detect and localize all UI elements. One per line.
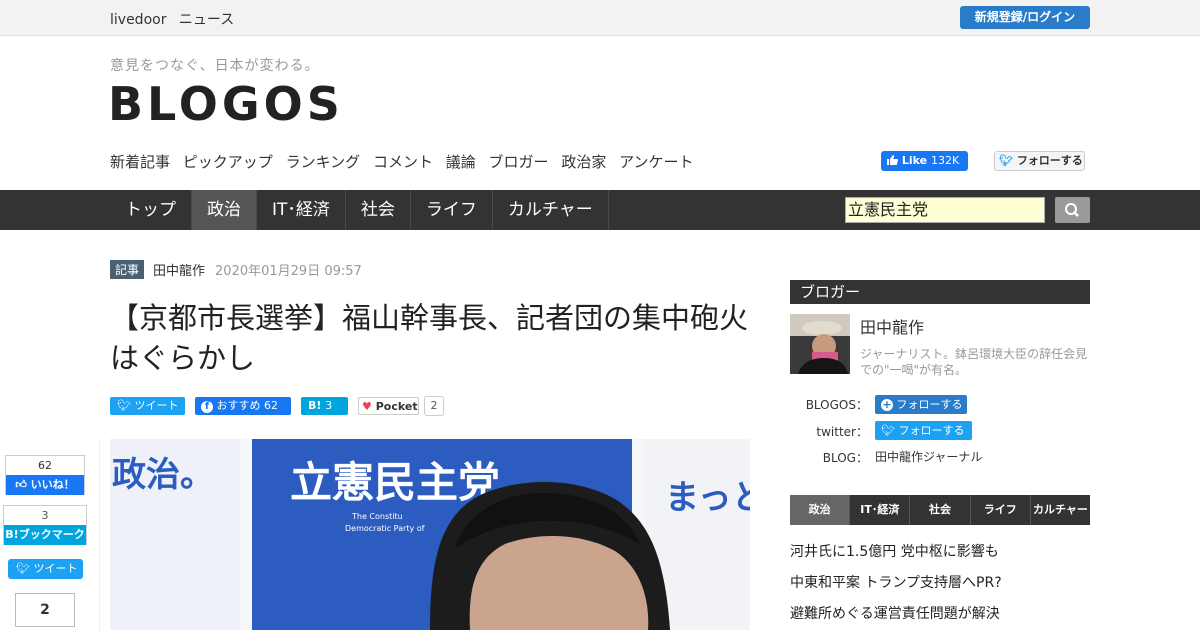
- blogos-follow-label: フォローする: [896, 398, 963, 411]
- hero-right-text: まっと: [665, 478, 750, 518]
- blog-link[interactable]: 田中龍作ジャーナル: [875, 448, 982, 465]
- article-title: 【京都市長選挙】福山幹事長、記者団の集中砲火はぐらかし: [110, 301, 749, 375]
- plus-icon: +: [881, 398, 893, 411]
- hero-photo: 政治。 立憲民主党 The Constitu Democratic Party …: [110, 439, 750, 630]
- twitter-label: twitter：: [816, 425, 868, 439]
- blogos-label: BLOGOS：: [805, 398, 868, 412]
- tab-society[interactable]: 社会: [910, 495, 971, 525]
- floating-hatena-bookmark[interactable]: 3 B!ブックマーク: [3, 505, 87, 545]
- twitter-bird-icon: 🐦︎: [881, 424, 895, 437]
- site-tagline: 意見をつなぐ、日本が変わる。: [110, 58, 320, 74]
- pocket-count: 2: [424, 396, 444, 416]
- list-item[interactable]: 河井氏に1.5億円 党中枢に影響も: [790, 541, 999, 561]
- subnav-politician[interactable]: 政治家: [561, 153, 606, 171]
- nav-politics[interactable]: 政治: [192, 190, 257, 230]
- floating-tweet-label: ツイート: [33, 562, 78, 575]
- top-bar: livedoor ニュース 新規登録/ログイン: [0, 0, 1200, 36]
- floating-fb-label: 👍︎ いいね！: [6, 475, 84, 495]
- nav-society[interactable]: 社会: [346, 190, 411, 230]
- floating-hatena-label: B!ブックマーク: [4, 525, 86, 545]
- subnav-comment[interactable]: コメント: [373, 153, 433, 171]
- floating-tweet-button[interactable]: 🐦︎ ツイート: [8, 559, 83, 579]
- livedoor-brand[interactable]: livedoor ニュース: [110, 9, 242, 29]
- search-icon: [1065, 203, 1079, 217]
- subnav-pickup[interactable]: ピックアップ: [183, 153, 273, 171]
- floating-facebook-like[interactable]: 62 👍︎ いいね！: [5, 455, 85, 495]
- sub-navigation: 新着記事 ピックアップ ランキング コメント 議論 ブロガー 政治家 アンケート: [110, 151, 702, 172]
- subnav-ranking[interactable]: ランキング: [286, 153, 361, 171]
- twitter-bird-icon: 🐦︎: [16, 562, 30, 575]
- livedoor-logo[interactable]: livedoor: [110, 12, 166, 28]
- blogos-logo[interactable]: BLOGOS: [108, 76, 344, 132]
- twitter-follow-label: フォローする: [1016, 154, 1083, 167]
- subnav-new-articles[interactable]: 新着記事: [110, 153, 170, 171]
- facebook-icon: f: [201, 401, 213, 413]
- subnav-survey[interactable]: アンケート: [619, 153, 693, 171]
- hero-banner-small1: The Constitu: [351, 512, 403, 521]
- blogos-follow-button[interactable]: + フォローする: [875, 395, 967, 414]
- tweet-button[interactable]: 🐦︎ ツイート: [110, 397, 185, 415]
- ranking-category-tabs: 政治 IT･経済 社会 ライフ カルチャー: [790, 495, 1090, 525]
- twitter-bird-icon: 🐦︎: [999, 154, 1013, 167]
- floating-fb-label-text: いいね！: [30, 478, 75, 491]
- blogger-name[interactable]: 田中龍作: [860, 314, 924, 338]
- blog-label: BLOG：: [822, 451, 868, 465]
- article-date: 2020年01月29日 09:57: [215, 264, 362, 279]
- signup-login-button[interactable]: 新規登録/ログイン: [960, 6, 1090, 29]
- floating-pocket-count[interactable]: 2: [15, 593, 75, 627]
- subnav-blogger[interactable]: ブロガー: [489, 153, 549, 171]
- blogger-avatar-photo: [790, 314, 850, 374]
- blogger-description: ジャーナリスト。鉢呂環境大臣の辞任会見での"一喝"が有名。: [860, 347, 1088, 377]
- list-item[interactable]: 避難所めぐる運営責任問題が解決: [790, 603, 1000, 623]
- like-count: 132K: [930, 154, 960, 167]
- search-button[interactable]: [1055, 197, 1090, 223]
- pocket-label: Pocket: [375, 400, 418, 413]
- hero-banner-text: 立憲民主党: [290, 458, 500, 507]
- twitter-follow-button[interactable]: 🐦︎ フォローする: [994, 151, 1085, 171]
- hero-left-text: 政治。: [112, 455, 214, 495]
- fb-recommend-label: おすすめ 62: [216, 399, 279, 412]
- pocket-button[interactable]: ♥ Pocket: [358, 397, 419, 415]
- subnav-discussion[interactable]: 議論: [446, 153, 476, 171]
- like-label: Like: [901, 154, 928, 167]
- hatena-icon: B!: [308, 399, 322, 412]
- floating-hatena-label-text: ブックマーク: [18, 528, 85, 541]
- facebook-like-button[interactable]: Like 132K: [881, 151, 968, 171]
- article-meta: 記事 田中龍作 2020年01月29日 09:57: [110, 260, 362, 279]
- nav-it-economy[interactable]: IT･経済: [257, 190, 346, 230]
- twitter-bird-icon: 🐦︎: [117, 399, 131, 412]
- article-hero-image: 政治。 立憲民主党 The Constitu Democratic Party …: [110, 439, 750, 630]
- facebook-recommend-button[interactable]: f おすすめ 62: [195, 397, 291, 415]
- hatena-icon: B!: [5, 528, 19, 541]
- tab-politics[interactable]: 政治: [790, 495, 851, 525]
- tab-it-economy[interactable]: IT･経済: [850, 495, 911, 525]
- article-tag-badge: 記事: [110, 260, 145, 279]
- sidebar-twitter-follow-button[interactable]: 🐦︎ フォローする: [875, 421, 972, 440]
- thumbs-up-icon: 👍︎: [15, 478, 27, 491]
- floating-fb-count: 62: [38, 459, 52, 472]
- floating-hatena-count: 3: [41, 509, 49, 522]
- hatena-count: 3: [325, 399, 333, 412]
- search-input[interactable]: 立憲民主党: [845, 197, 1045, 223]
- hero-banner-small2: Democratic Party of: [345, 524, 425, 533]
- nav-culture[interactable]: カルチャー: [493, 190, 609, 230]
- avatar[interactable]: [790, 314, 850, 374]
- tab-culture[interactable]: カルチャー: [1031, 495, 1090, 525]
- pocket-icon: ♥: [362, 400, 372, 413]
- nav-life[interactable]: ライフ: [411, 190, 493, 230]
- news-link[interactable]: ニュース: [179, 12, 234, 28]
- nav-top[interactable]: トップ: [110, 190, 192, 230]
- thumbs-up-icon: [887, 155, 898, 165]
- twitter-follow-label-sidebar: フォローする: [898, 424, 965, 437]
- hatena-bookmark-button[interactable]: B! 3: [301, 397, 348, 415]
- tab-life[interactable]: ライフ: [971, 495, 1031, 525]
- article-author[interactable]: 田中龍作: [153, 260, 205, 279]
- list-item[interactable]: 中東和平案 トランプ支持層へPR?: [790, 572, 1002, 592]
- sidebar-blogger-heading: ブロガー: [790, 280, 1090, 304]
- tweet-label: ツイート: [134, 399, 179, 412]
